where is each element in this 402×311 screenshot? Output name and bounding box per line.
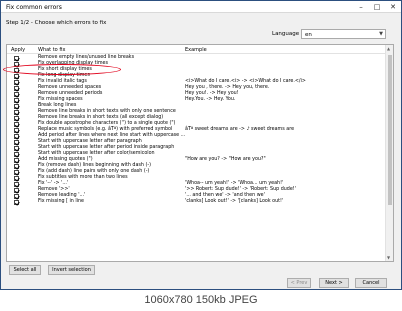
image-meta-footer: 1060x780 150kb JPEG (0, 290, 402, 311)
chevron-down-icon: ▼ (379, 31, 383, 37)
column-header-apply[interactable]: Apply (11, 47, 25, 53)
column-header-example[interactable]: Example (185, 47, 207, 53)
fix-list: Apply What to fix Example Remove empty l… (6, 44, 394, 262)
apply-checkbox[interactable] (14, 157, 19, 163)
maximize-icon[interactable]: □ (369, 1, 385, 13)
apply-checkbox[interactable] (14, 181, 19, 187)
scroll-up-icon[interactable]: ▲ (387, 46, 390, 51)
apply-checkbox[interactable] (14, 121, 19, 127)
apply-checkbox[interactable] (14, 163, 19, 169)
minimize-icon[interactable]: – (353, 1, 369, 13)
prev-button[interactable]: < Prev (287, 278, 311, 288)
close-icon[interactable]: ✕ (385, 1, 401, 13)
apply-checkbox[interactable] (14, 109, 19, 115)
fix-rows: Remove empty lines/unused line breaks Fix… (7, 55, 385, 205)
apply-checkbox[interactable] (14, 91, 19, 97)
apply-checkbox[interactable] (14, 115, 19, 121)
column-header-what[interactable]: What to fix (38, 47, 65, 53)
select-all-button[interactable]: Select all (9, 265, 41, 275)
step-label: Step 1/2 - Choose which errors to fix (6, 20, 107, 26)
vertical-scrollbar[interactable]: ▲ ▼ (385, 45, 393, 261)
language-label: Language (272, 31, 300, 37)
invert-selection-button[interactable]: Invert selection (48, 265, 95, 275)
apply-checkbox[interactable] (14, 97, 19, 103)
apply-checkbox[interactable] (14, 187, 19, 193)
apply-checkbox[interactable] (14, 127, 19, 133)
apply-checkbox[interactable] (14, 151, 19, 157)
scroll-down-icon[interactable]: ▼ (387, 255, 390, 260)
apply-checkbox[interactable] (14, 193, 19, 199)
apply-checkbox[interactable] (14, 55, 19, 61)
language-value: en (305, 32, 312, 38)
fix-example: 'clanks] Look out!' -> '[clanks] Look ou… (185, 199, 284, 204)
language-select[interactable]: en ▼ (301, 29, 386, 39)
apply-checkbox[interactable] (14, 103, 19, 109)
fix-description: Fix missing [ in line (38, 199, 85, 204)
next-button[interactable]: Next > (319, 278, 349, 288)
scrollbar-thumb[interactable] (388, 55, 392, 205)
title-bar: Fix common errors – □ ✕ (1, 1, 401, 13)
fix-common-errors-window: Fix common errors – □ ✕ Step 1/2 - Choos… (0, 0, 402, 290)
apply-checkbox[interactable] (14, 145, 19, 151)
apply-checkbox[interactable] (14, 73, 19, 79)
apply-checkbox[interactable] (14, 85, 19, 91)
window-title: Fix common errors (6, 4, 62, 11)
cancel-button[interactable]: Cancel (355, 278, 387, 288)
list-header: Apply What to fix Example (7, 45, 393, 54)
list-item[interactable]: Fix missing [ in line 'clanks] Look out!'… (7, 199, 385, 205)
apply-checkbox[interactable] (14, 79, 19, 85)
image-meta: 1060x780 150kb JPEG (144, 294, 258, 306)
apply-checkbox[interactable] (14, 139, 19, 145)
apply-checkbox[interactable] (14, 199, 19, 205)
apply-checkbox[interactable] (14, 175, 19, 181)
apply-checkbox[interactable] (14, 133, 19, 139)
annotation-highlight-ellipse (3, 64, 121, 75)
apply-checkbox[interactable] (14, 169, 19, 175)
